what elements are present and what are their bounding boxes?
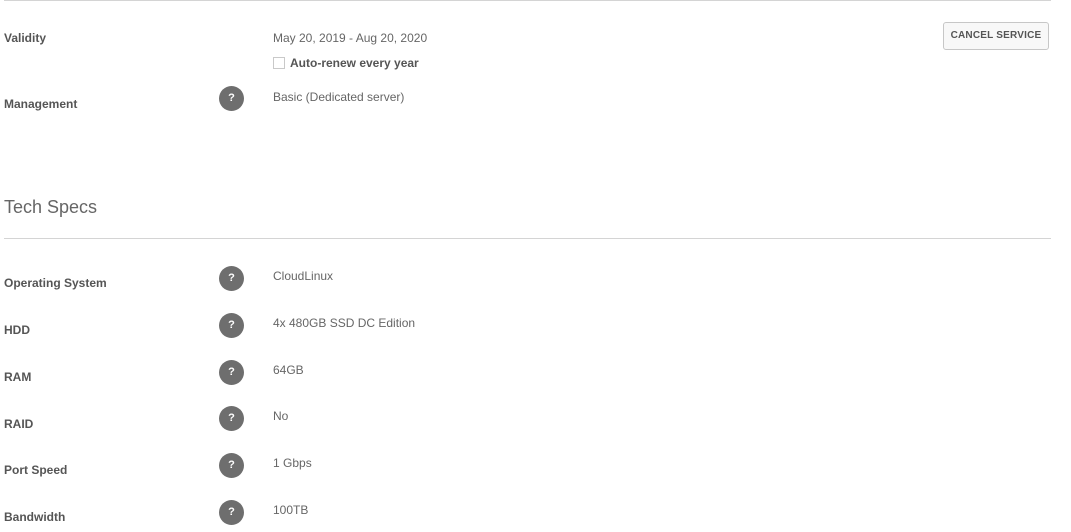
ram-help-icon[interactable]: ?	[219, 360, 244, 385]
spec-value-port-speed: 1 Gbps	[273, 456, 312, 470]
spec-value-raid: No	[273, 409, 289, 423]
bandwidth-help-icon[interactable]: ?	[219, 500, 244, 525]
operating-system-help-icon[interactable]: ?	[219, 266, 244, 291]
validity-label: Validity	[4, 31, 47, 45]
validity-value: May 20, 2019 - Aug 20, 2020	[273, 31, 428, 45]
spec-value-ram: 64GB	[273, 363, 304, 377]
spec-label-operating-system: Operating System	[4, 276, 107, 290]
spec-label-bandwidth: Bandwidth	[4, 510, 66, 524]
spec-label-ram: RAM	[4, 370, 32, 384]
management-help-icon[interactable]: ?	[219, 86, 244, 111]
section-divider	[4, 238, 1051, 239]
management-label: Management	[4, 97, 78, 111]
management-value: Basic (Dedicated server)	[273, 90, 405, 104]
spec-value-hdd: 4x 480GB SSD DC Edition	[273, 316, 416, 330]
spec-value-operating-system: CloudLinux	[273, 269, 334, 283]
raid-help-icon[interactable]: ?	[219, 406, 244, 431]
top-divider	[4, 0, 1051, 1]
spec-label-port-speed: Port Speed	[4, 463, 68, 477]
hdd-help-icon[interactable]: ?	[219, 313, 244, 338]
spec-label-hdd: HDD	[4, 323, 30, 337]
auto-renew-checkbox[interactable]	[273, 57, 285, 69]
auto-renew-label[interactable]: Auto-renew every year	[290, 56, 419, 70]
spec-value-bandwidth: 100TB	[273, 503, 309, 517]
cancel-service-button[interactable]: CANCEL SERVICE	[943, 22, 1049, 50]
service-details-page: Validity May 20, 2019 - Aug 20, 2020 Aut…	[0, 0, 1071, 532]
auto-renew-toggle[interactable]: Auto-renew every year	[273, 55, 419, 71]
tech-specs-title: Tech Specs	[4, 197, 98, 217]
spec-label-raid: RAID	[4, 417, 34, 431]
port-speed-help-icon[interactable]: ?	[219, 453, 244, 478]
